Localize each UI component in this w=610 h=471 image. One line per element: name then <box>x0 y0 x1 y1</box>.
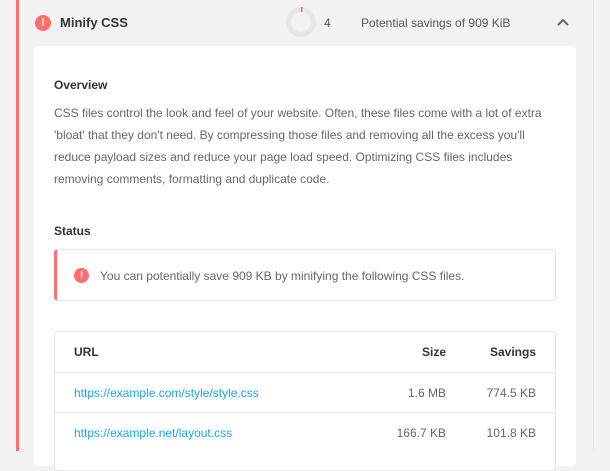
error-icon: ! <box>74 268 89 283</box>
table-header-row: URL Size Savings <box>55 332 555 372</box>
files-table: URL Size Savings https://example.com/sty… <box>54 331 556 471</box>
audit-panel: ! Minify CSS 4 Potential savings of 909 … <box>16 0 594 471</box>
file-savings: 774.5 KB <box>486 386 536 400</box>
score-ring <box>286 7 316 37</box>
status-heading: Status <box>54 224 91 238</box>
potential-savings: Potential savings of 909 KiB <box>361 16 511 30</box>
issue-count: 4 <box>324 16 331 30</box>
file-savings: 101.8 KB <box>486 426 536 440</box>
audit-header[interactable]: ! Minify CSS 4 Potential savings of 909 … <box>19 0 594 46</box>
error-icon: ! <box>35 15 51 31</box>
audit-details-card: Overview CSS files control the look and … <box>34 46 576 471</box>
overview-heading: Overview <box>54 78 108 92</box>
overview-text: CSS files control the look and feel of y… <box>54 106 542 186</box>
table-row: https://example.net/layout.css 166.7 KB … <box>55 412 555 452</box>
file-size: 166.7 KB <box>396 426 446 440</box>
column-header-size: Size <box>421 345 446 359</box>
chevron-up-icon[interactable] <box>554 13 572 31</box>
status-notice: ! You can potentially save 909 KB by min… <box>54 249 556 301</box>
file-url-link[interactable]: https://example.net/layout.css <box>74 426 232 440</box>
table-row: https://example.com/style/style.css 1.6 … <box>55 372 555 412</box>
file-size: 1.6 MB <box>407 386 446 400</box>
audit-title: Minify CSS <box>60 15 128 30</box>
file-url-link[interactable]: https://example.com/style/style.css <box>74 386 259 400</box>
column-header-savings: Savings <box>489 345 536 359</box>
status-message: You can potentially save 909 KB by minif… <box>100 269 465 283</box>
column-header-url: URL <box>74 345 99 359</box>
